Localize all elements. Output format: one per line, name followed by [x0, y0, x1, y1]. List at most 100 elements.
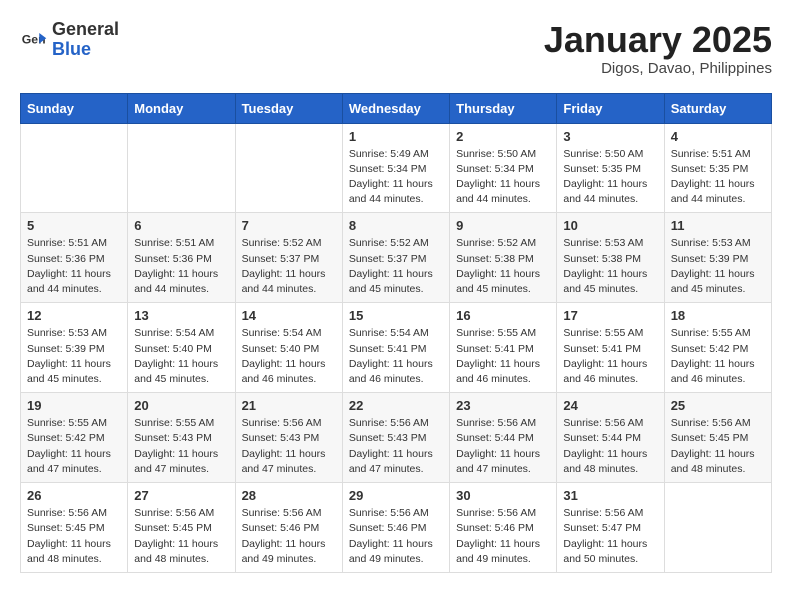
weekday-header: Thursday [450, 93, 557, 123]
day-info: Sunrise: 5:54 AMSunset: 5:40 PMDaylight:… [242, 326, 336, 387]
day-info: Sunrise: 5:56 AMSunset: 5:44 PMDaylight:… [563, 416, 657, 477]
calendar-day-cell [235, 123, 342, 213]
weekday-header: Saturday [664, 93, 771, 123]
day-number: 4 [671, 129, 765, 144]
day-number: 22 [349, 398, 443, 413]
calendar-day-cell: 12 Sunrise: 5:53 AMSunset: 5:39 PMDayligh… [21, 303, 128, 393]
calendar-day-cell: 31Sunrise: 5:56 AMSunset: 5:47 PMDayligh… [557, 483, 664, 573]
day-number: 5 [27, 218, 121, 233]
calendar-header: SundayMondayTuesdayWednesdayThursdayFrid… [21, 93, 772, 123]
day-number: 27 [134, 488, 228, 503]
month-title: January 2025 [544, 20, 772, 60]
day-info: Sunrise: 5:55 AMSunset: 5:41 PMDaylight:… [563, 326, 657, 387]
day-number: 13 [134, 308, 228, 323]
day-info: Sunrise: 5:54 AMSunset: 5:41 PMDaylight:… [349, 326, 443, 387]
day-number: 23 [456, 398, 550, 413]
day-info: Sunrise: 5:50 AMSunset: 5:35 PMDaylight:… [563, 147, 657, 208]
logo: Gen General Blue [20, 20, 119, 60]
day-info: Sunrise: 5:52 AMSunset: 5:38 PMDaylight:… [456, 236, 550, 297]
day-number: 21 [242, 398, 336, 413]
calendar-week-row: 26Sunrise: 5:56 AMSunset: 5:45 PMDayligh… [21, 483, 772, 573]
day-number: 7 [242, 218, 336, 233]
calendar-day-cell: 6 Sunrise: 5:51 AMSunset: 5:36 PMDaylight… [128, 213, 235, 303]
weekday-row: SundayMondayTuesdayWednesdayThursdayFrid… [21, 93, 772, 123]
day-number: 30 [456, 488, 550, 503]
logo-general-text: General [52, 19, 119, 39]
day-info: Sunrise: 5:53 AMSunset: 5:38 PMDaylight:… [563, 236, 657, 297]
calendar-day-cell: 13 Sunrise: 5:54 AMSunset: 5:40 PMDayligh… [128, 303, 235, 393]
calendar-day-cell: 20 Sunrise: 5:55 AMSunset: 5:43 PMDayligh… [128, 393, 235, 483]
calendar-day-cell: 2Sunrise: 5:50 AMSunset: 5:34 PMDaylight… [450, 123, 557, 213]
day-info: Sunrise: 5:56 AMSunset: 5:46 PMDaylight:… [242, 506, 336, 567]
day-number: 12 [27, 308, 121, 323]
calendar-day-cell: 24 Sunrise: 5:56 AMSunset: 5:44 PMDayligh… [557, 393, 664, 483]
day-info: Sunrise: 5:56 AMSunset: 5:47 PMDaylight:… [563, 506, 657, 567]
day-number: 6 [134, 218, 228, 233]
day-info: Sunrise: 5:55 AMSunset: 5:43 PMDaylight:… [134, 416, 228, 477]
day-number: 15 [349, 308, 443, 323]
calendar-day-cell [21, 123, 128, 213]
day-info: Sunrise: 5:50 AMSunset: 5:34 PMDaylight:… [456, 147, 550, 208]
calendar-week-row: 19Sunrise: 5:55 AMSunset: 5:42 PMDayligh… [21, 393, 772, 483]
day-number: 20 [134, 398, 228, 413]
calendar-day-cell: 10Sunrise: 5:53 AMSunset: 5:38 PMDayligh… [557, 213, 664, 303]
calendar-day-cell: 15 Sunrise: 5:54 AMSunset: 5:41 PMDayligh… [342, 303, 449, 393]
calendar-day-cell: 18 Sunrise: 5:55 AMSunset: 5:42 PMDayligh… [664, 303, 771, 393]
weekday-header: Sunday [21, 93, 128, 123]
day-number: 18 [671, 308, 765, 323]
calendar-week-row: 5 Sunrise: 5:51 AMSunset: 5:36 PMDaylight… [21, 213, 772, 303]
day-info: Sunrise: 5:51 AMSunset: 5:36 PMDaylight:… [134, 236, 228, 297]
day-info: Sunrise: 5:55 AMSunset: 5:42 PMDaylight:… [671, 326, 765, 387]
calendar-table: SundayMondayTuesdayWednesdayThursdayFrid… [20, 93, 772, 573]
day-info: Sunrise: 5:54 AMSunset: 5:40 PMDaylight:… [134, 326, 228, 387]
day-info: Sunrise: 5:49 AMSunset: 5:34 PMDaylight:… [349, 147, 443, 208]
calendar-day-cell [664, 483, 771, 573]
day-info: Sunrise: 5:56 AMSunset: 5:45 PMDaylight:… [134, 506, 228, 567]
day-info: Sunrise: 5:56 AMSunset: 5:44 PMDaylight:… [456, 416, 550, 477]
calendar-day-cell: 29Sunrise: 5:56 AMSunset: 5:46 PMDayligh… [342, 483, 449, 573]
calendar-day-cell: 1Sunrise: 5:49 AMSunset: 5:34 PMDaylight… [342, 123, 449, 213]
calendar-day-cell: 9 Sunrise: 5:52 AMSunset: 5:38 PMDaylight… [450, 213, 557, 303]
calendar-day-cell: 30 Sunrise: 5:56 AMSunset: 5:46 PMDayligh… [450, 483, 557, 573]
calendar-day-cell: 22Sunrise: 5:56 AMSunset: 5:43 PMDayligh… [342, 393, 449, 483]
day-info: Sunrise: 5:56 AMSunset: 5:43 PMDaylight:… [242, 416, 336, 477]
calendar-day-cell: 16Sunrise: 5:55 AMSunset: 5:41 PMDayligh… [450, 303, 557, 393]
title-block: January 2025 Digos, Davao, Philippines [544, 20, 772, 77]
weekday-header: Tuesday [235, 93, 342, 123]
calendar-day-cell: 4 Sunrise: 5:51 AMSunset: 5:35 PMDaylight… [664, 123, 771, 213]
logo-blue-text: Blue [52, 39, 91, 59]
calendar-day-cell: 26Sunrise: 5:56 AMSunset: 5:45 PMDayligh… [21, 483, 128, 573]
day-info: Sunrise: 5:52 AMSunset: 5:37 PMDaylight:… [349, 236, 443, 297]
day-number: 25 [671, 398, 765, 413]
weekday-header: Wednesday [342, 93, 449, 123]
day-number: 28 [242, 488, 336, 503]
weekday-header: Friday [557, 93, 664, 123]
calendar-day-cell: 21 Sunrise: 5:56 AMSunset: 5:43 PMDayligh… [235, 393, 342, 483]
calendar-day-cell: 3 Sunrise: 5:50 AMSunset: 5:35 PMDaylight… [557, 123, 664, 213]
calendar-day-cell: 23 Sunrise: 5:56 AMSunset: 5:44 PMDayligh… [450, 393, 557, 483]
day-info: Sunrise: 5:52 AMSunset: 5:37 PMDaylight:… [242, 236, 336, 297]
calendar-body: 1Sunrise: 5:49 AMSunset: 5:34 PMDaylight… [21, 123, 772, 572]
day-info: Sunrise: 5:56 AMSunset: 5:46 PMDaylight:… [349, 506, 443, 567]
day-number: 3 [563, 129, 657, 144]
day-info: Sunrise: 5:53 AMSunset: 5:39 PMDaylight:… [27, 326, 121, 387]
day-info: Sunrise: 5:56 AMSunset: 5:46 PMDaylight:… [456, 506, 550, 567]
calendar-week-row: 1Sunrise: 5:49 AMSunset: 5:34 PMDaylight… [21, 123, 772, 213]
day-info: Sunrise: 5:56 AMSunset: 5:45 PMDaylight:… [27, 506, 121, 567]
weekday-header: Monday [128, 93, 235, 123]
calendar-week-row: 12 Sunrise: 5:53 AMSunset: 5:39 PMDayligh… [21, 303, 772, 393]
calendar-day-cell [128, 123, 235, 213]
calendar-day-cell: 7 Sunrise: 5:52 AMSunset: 5:37 PMDaylight… [235, 213, 342, 303]
calendar-day-cell: 28 Sunrise: 5:56 AMSunset: 5:46 PMDayligh… [235, 483, 342, 573]
day-number: 17 [563, 308, 657, 323]
calendar-day-cell: 5 Sunrise: 5:51 AMSunset: 5:36 PMDaylight… [21, 213, 128, 303]
calendar-day-cell: 11Sunrise: 5:53 AMSunset: 5:39 PMDayligh… [664, 213, 771, 303]
day-info: Sunrise: 5:51 AMSunset: 5:36 PMDaylight:… [27, 236, 121, 297]
day-number: 9 [456, 218, 550, 233]
day-info: Sunrise: 5:51 AMSunset: 5:35 PMDaylight:… [671, 147, 765, 208]
day-info: Sunrise: 5:56 AMSunset: 5:45 PMDaylight:… [671, 416, 765, 477]
logo-icon: Gen [20, 26, 48, 54]
day-info: Sunrise: 5:55 AMSunset: 5:41 PMDaylight:… [456, 326, 550, 387]
day-number: 24 [563, 398, 657, 413]
calendar-day-cell: 14Sunrise: 5:54 AMSunset: 5:40 PMDayligh… [235, 303, 342, 393]
